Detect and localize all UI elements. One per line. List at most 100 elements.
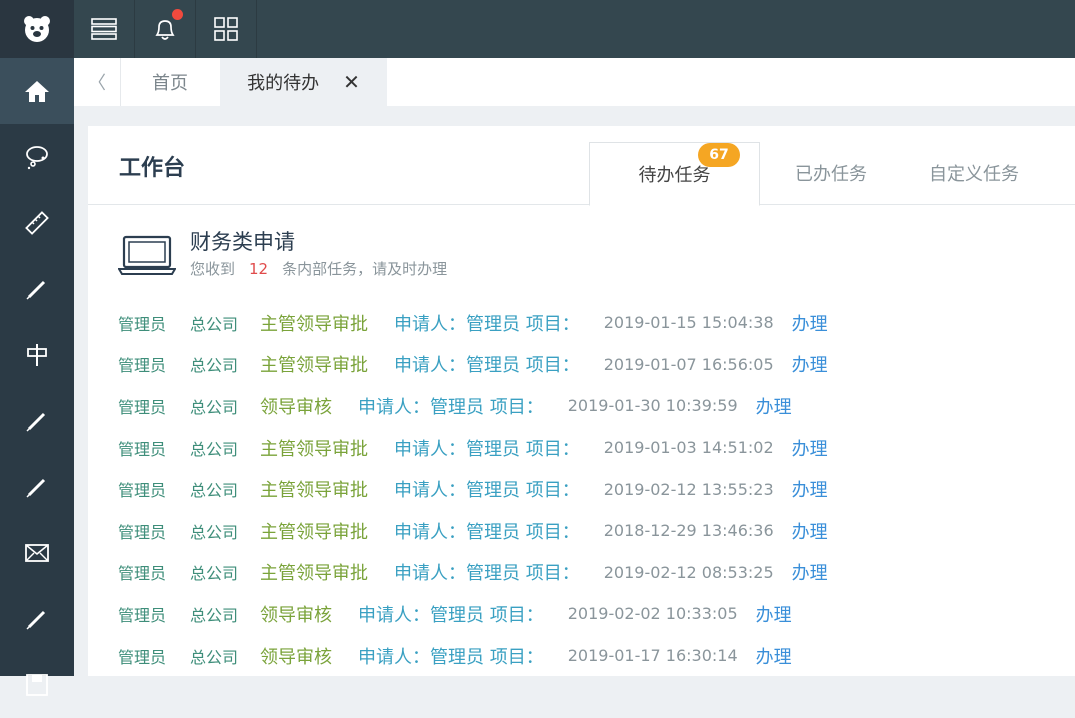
task-step: 主管领导审批: [260, 313, 368, 335]
section-subtitle: 您收到 12 条内部任务，请及时办理: [190, 258, 447, 279]
chat-icon: [26, 146, 48, 170]
task-time: 2018-12-29 13:46:36: [603, 521, 774, 541]
list-item: 管理员 总公司 领导审核 申请人：管理员 项目： 2019-01-30 10:3…: [118, 385, 1075, 427]
mail-icon: [25, 544, 49, 562]
handle-link[interactable]: 办理: [756, 393, 792, 419]
grid-icon: [214, 17, 238, 41]
list-item: 管理员 总公司 主管领导审批 申请人：管理员 项目： 2019-02-12 13…: [118, 468, 1075, 510]
task-user: 管理员: [118, 647, 167, 667]
task-time: 2019-01-17 16:30:14: [567, 646, 738, 666]
task-time: 2019-01-30 10:39:59: [567, 396, 738, 416]
tab-custom-label: 自定义任务: [929, 164, 1019, 185]
tab-my-todo-label: 我的待办: [247, 73, 320, 94]
tab-todo-tasks[interactable]: 待办任务 67: [589, 142, 760, 206]
sidebar-item-sign[interactable]: [0, 322, 74, 388]
tab-home[interactable]: 首页: [120, 58, 220, 106]
close-icon[interactable]: ✕: [343, 70, 360, 94]
sidebar-item-save[interactable]: [0, 652, 74, 718]
list-item: 管理员 总公司 领导审核 申请人：管理员 项目： 2019-01-17 16:3…: [118, 635, 1075, 677]
sidebar-item-pen-4[interactable]: [0, 586, 74, 652]
task-applicant: 申请人：管理员 项目：: [394, 521, 580, 543]
task-applicant: 申请人：管理员 项目：: [394, 563, 580, 585]
tab-my-todo[interactable]: 我的待办 ✕: [220, 58, 387, 106]
handle-link[interactable]: 办理: [756, 601, 792, 627]
task-step: 主管领导审批: [260, 355, 368, 377]
todo-count-badge: 67: [698, 143, 740, 167]
menu-toggle-button[interactable]: [74, 0, 135, 58]
tab-todo-label: 待办任务: [638, 165, 711, 186]
sidebar-item-pen-1[interactable]: [0, 256, 74, 322]
task-time: 2019-01-07 16:56:05: [603, 354, 774, 374]
task-user: 管理员: [118, 481, 167, 501]
handle-link[interactable]: 办理: [792, 476, 828, 502]
task-org: 总公司: [190, 481, 239, 501]
task-step: 领导审核: [260, 646, 332, 668]
task-org: 总公司: [190, 522, 239, 542]
task-user: 管理员: [118, 439, 167, 459]
section-title: 财务类申请: [190, 230, 295, 254]
handle-link[interactable]: 办理: [792, 518, 828, 544]
subtitle-suffix: 条内部任务，请及时办理: [282, 260, 448, 278]
sidebar-item-mail[interactable]: [0, 520, 74, 586]
task-applicant: 申请人：管理员 项目：: [394, 355, 580, 377]
tab-done-tasks[interactable]: 已办任务: [778, 142, 884, 204]
list-icon: [91, 18, 117, 40]
sidebar-item-home[interactable]: [0, 58, 74, 124]
bell-icon: [155, 20, 175, 40]
task-step: 主管领导审批: [260, 563, 368, 585]
sidebar-item-pen-2[interactable]: [0, 388, 74, 454]
home-icon: [25, 81, 49, 102]
list-item: 管理员 总公司 主管领导审批 申请人：管理员 项目： 2019-01-15 15…: [118, 302, 1075, 344]
finance-section-header: 财务类申请 您收到 12 条内部任务，请及时办理: [118, 226, 718, 286]
task-applicant: 申请人：管理员 项目：: [394, 438, 580, 460]
task-step: 主管领导审批: [260, 480, 368, 502]
task-user: 管理员: [118, 564, 167, 584]
pen-icon: [26, 478, 46, 498]
handle-link[interactable]: 办理: [792, 435, 828, 461]
list-item: 管理员 总公司 主管领导审批 申请人：管理员 项目： 2019-02-12 08…: [118, 552, 1075, 594]
task-time: 2019-02-12 08:53:25: [603, 562, 774, 582]
app-logo[interactable]: [0, 0, 74, 58]
pen-icon: [26, 610, 46, 630]
task-step: 主管领导审批: [260, 521, 368, 543]
task-org: 总公司: [190, 397, 239, 417]
notifications-button[interactable]: [135, 0, 196, 58]
task-user: 管理员: [118, 397, 167, 417]
task-time: 2019-01-03 14:51:02: [603, 438, 774, 458]
list-item: 管理员 总公司 领导审核 申请人：管理员 项目： 2019-02-02 10:3…: [118, 593, 1075, 635]
handle-link[interactable]: 办理: [792, 559, 828, 585]
laptop-icon: [118, 235, 176, 275]
task-user: 管理员: [118, 356, 167, 376]
task-applicant: 申请人：管理员 项目：: [394, 313, 580, 335]
tab-done-label: 已办任务: [795, 164, 867, 185]
workbench-panel: 工作台 待办任务 67 已办任务 自定义任务 财务类申请 您收到 12 条内部任务，…: [88, 126, 1075, 676]
task-time: 2019-01-15 15:04:38: [603, 313, 774, 333]
task-applicant: 申请人：管理员 项目：: [358, 396, 544, 418]
tab-scroll-left-button[interactable]: 〈: [74, 58, 121, 106]
sidebar-item-ruler[interactable]: [0, 190, 74, 256]
task-org: 总公司: [190, 356, 239, 376]
task-time: 2019-02-12 13:55:23: [603, 479, 774, 499]
task-applicant: 申请人：管理员 项目：: [394, 480, 580, 502]
task-count: 12: [249, 260, 269, 278]
task-org: 总公司: [190, 647, 239, 667]
list-item: 管理员 总公司 主管领导审批 申请人：管理员 项目： 2019-01-07 16…: [118, 344, 1075, 386]
sidebar-item-chat[interactable]: [0, 124, 74, 190]
tab-home-label: 首页: [152, 73, 188, 94]
task-org: 总公司: [190, 439, 239, 459]
pen-icon: [26, 280, 46, 300]
task-time: 2019-02-02 10:33:05: [567, 604, 738, 624]
list-item: 管理员 总公司 主管领导审批 申请人：管理员 项目： 2019-01-03 14…: [118, 427, 1075, 469]
handle-link[interactable]: 办理: [792, 310, 828, 336]
notification-dot: [172, 9, 183, 20]
handle-link[interactable]: 办理: [756, 643, 792, 669]
sidebar-item-pen-3[interactable]: [0, 454, 74, 520]
apps-button[interactable]: [196, 0, 257, 58]
handle-link[interactable]: 办理: [792, 351, 828, 377]
task-org: 总公司: [190, 314, 239, 334]
task-user: 管理员: [118, 314, 167, 334]
task-step: 领导审核: [260, 604, 332, 626]
pen-icon: [26, 412, 46, 432]
tab-custom-tasks[interactable]: 自定义任务: [914, 142, 1034, 204]
task-step: 主管领导审批: [260, 438, 368, 460]
